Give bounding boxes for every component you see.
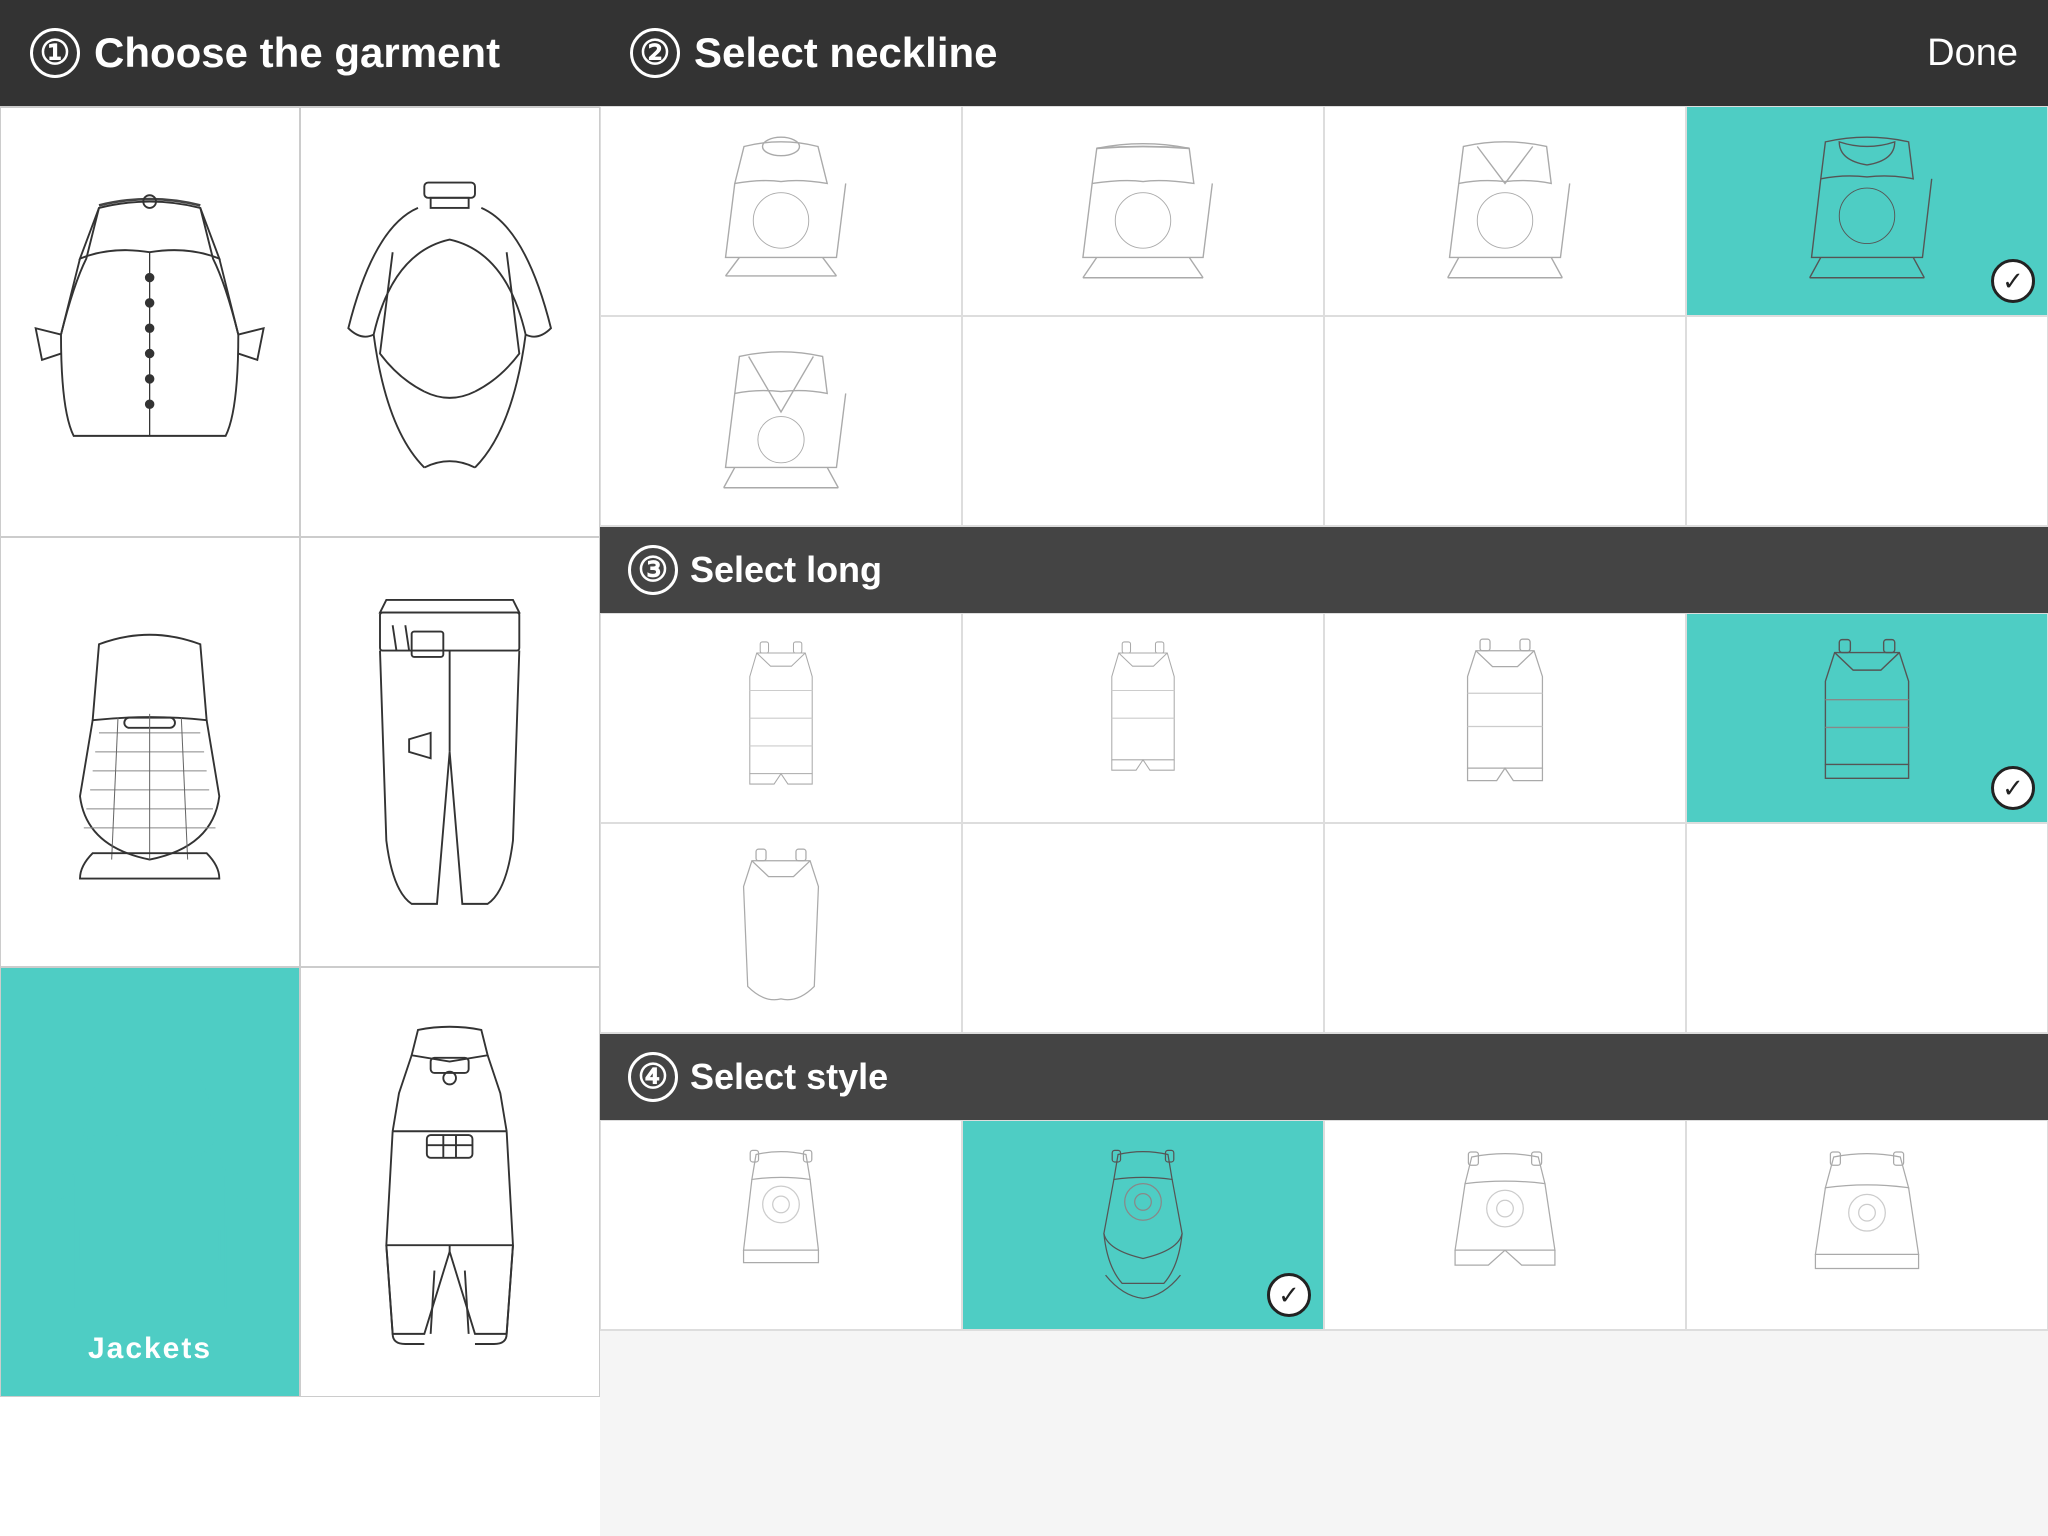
neckline-extra-row bbox=[600, 316, 2048, 526]
select-style-title: Select style bbox=[690, 1056, 888, 1098]
neckline-title: Select neckline bbox=[694, 29, 998, 77]
done-button[interactable]: Done bbox=[1927, 32, 2018, 75]
main-container: ① Choose the garment bbox=[0, 0, 2048, 1536]
garment-cape[interactable] bbox=[300, 107, 600, 537]
step3-circle: ③ bbox=[628, 545, 678, 595]
garment-blouse[interactable] bbox=[0, 107, 300, 537]
long-option-4[interactable]: ✓ bbox=[1686, 613, 2048, 823]
jacket-label: Jackets bbox=[88, 1332, 212, 1366]
step2-circle: ② bbox=[630, 28, 680, 78]
style-option-4[interactable] bbox=[1686, 1120, 2048, 1330]
neckline-title-group: ② Select neckline bbox=[630, 28, 998, 78]
neckline-collar-check: ✓ bbox=[1991, 259, 2035, 303]
long-option-4-check: ✓ bbox=[1991, 766, 2035, 810]
long-option-3[interactable] bbox=[1324, 613, 1686, 823]
garment-jacket[interactable]: Jackets bbox=[0, 967, 300, 1397]
neckline-section: ✓ bbox=[600, 106, 2048, 527]
right-header: ② Select neckline Done bbox=[600, 0, 2048, 106]
long-empty-2 bbox=[962, 823, 1324, 1033]
step4-circle: ④ bbox=[628, 1052, 678, 1102]
left-header: ① Choose the garment bbox=[0, 0, 600, 106]
select-style-section: ✓ bbox=[600, 1120, 2048, 1331]
style-option-1[interactable] bbox=[600, 1120, 962, 1330]
select-style-header: ④ Select style bbox=[600, 1034, 2048, 1120]
right-panel: ② Select neckline Done bbox=[600, 0, 2048, 1536]
garment-corset[interactable] bbox=[0, 537, 300, 967]
garment-grid: Jackets bbox=[0, 106, 600, 1536]
step1-circle: ① bbox=[30, 28, 80, 78]
neckline-vneck[interactable] bbox=[1324, 106, 1686, 316]
long-option-1[interactable] bbox=[600, 613, 962, 823]
neckline-crew[interactable] bbox=[600, 106, 962, 316]
garment-jumpsuit[interactable] bbox=[300, 967, 600, 1397]
style-option-3[interactable] bbox=[1324, 1120, 1686, 1330]
style-option-grid: ✓ bbox=[600, 1120, 2048, 1330]
neckline-boat[interactable] bbox=[962, 106, 1324, 316]
neckline-empty-2 bbox=[1324, 316, 1686, 526]
style-option-2-check: ✓ bbox=[1267, 1273, 1311, 1317]
neckline-deepv[interactable] bbox=[600, 316, 962, 526]
style-option-2[interactable]: ✓ bbox=[962, 1120, 1324, 1330]
long-option-grid: ✓ bbox=[600, 613, 2048, 823]
long-extra-row bbox=[600, 823, 2048, 1033]
neckline-empty-1 bbox=[962, 316, 1324, 526]
long-empty-4 bbox=[1686, 823, 2048, 1033]
select-long-title: Select long bbox=[690, 549, 882, 591]
left-panel: ① Choose the garment bbox=[0, 0, 600, 1536]
select-long-header: ③ Select long bbox=[600, 527, 2048, 613]
long-empty-3 bbox=[1324, 823, 1686, 1033]
neckline-empty-3 bbox=[1686, 316, 2048, 526]
long-option-2[interactable] bbox=[962, 613, 1324, 823]
neckline-option-grid: ✓ bbox=[600, 106, 2048, 316]
garment-trousers[interactable] bbox=[300, 537, 600, 967]
select-long-section: ✓ bbox=[600, 613, 2048, 1034]
long-option-5[interactable] bbox=[600, 823, 962, 1033]
left-title: Choose the garment bbox=[94, 29, 500, 77]
neckline-collar[interactable]: ✓ bbox=[1686, 106, 2048, 316]
